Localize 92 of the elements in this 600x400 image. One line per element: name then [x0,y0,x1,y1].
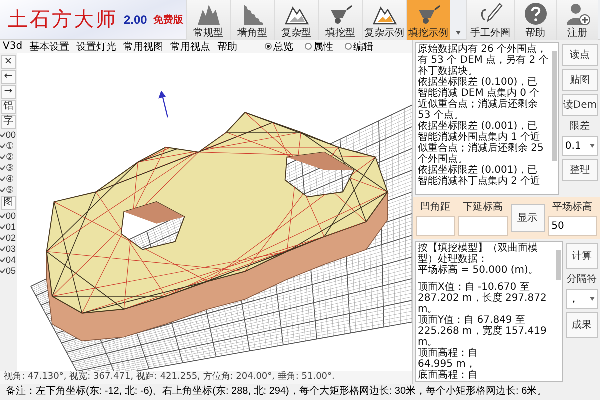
toolbar-button[interactable]: 墙角型 [230,0,274,40]
view-mode-radio[interactable]: 属性 [304,40,334,54]
toolbar-button[interactable]: 手工外圈 [466,0,514,40]
side-button[interactable]: × [1,55,16,69]
scrollbar-thumb[interactable] [556,250,561,280]
panel-button[interactable]: 贴图 [562,69,598,91]
log-line: 有 53 个 DEM 点，另有 2 个 [418,55,550,66]
view-mode-radio[interactable]: 总览 [264,40,294,54]
side-button[interactable]: → [1,85,16,99]
field-label: 下延标高 [462,200,504,214]
caret-icon [590,144,595,148]
logo-edition: 免费版 [153,14,184,26]
view-status-text: 视角: 47.130°, 视宽: 367.471, 视距: 421.255, 方位角: 204.00°, 垂角: 51.00°. [0,371,412,384]
log-line: 原始数据内有 26 个外围点， [418,44,548,55]
log-line: 顶面X值：自 -10.670 至 [418,282,531,293]
help-icon [522,2,548,26]
field-label: 平场标高 [551,200,594,214]
layer-checkbox[interactable]: 02 [0,233,17,243]
layer-checkbox[interactable]: 04 [0,255,17,265]
side-button[interactable]: 铝 [1,100,16,114]
panel-button[interactable]: 计算 [566,243,598,269]
log-line: 287.202 m，长度 297.872 [418,293,548,304]
toolbar-button[interactable]: 填挖示例 [406,0,450,40]
log-line: 近似重合点；消减后还剩余 [418,99,539,110]
field-label: 凹角距 [420,201,452,214]
caret-icon [590,297,595,301]
layer-checkbox[interactable]: ⑤ [0,185,17,195]
log-line: 智能消减外围点集内 1 个近 [418,132,542,143]
layer-checkbox[interactable]: 03 [0,244,17,254]
log-line: 顶面Y值：自 67.849 至 [418,315,526,326]
log-line: 似重合点；消减后还剩余 25 [418,143,545,154]
log-line: 智能消减补丁点集内 2 个近 [418,176,542,187]
menu-item[interactable]: V3d [3,41,23,52]
panel-button[interactable]: 读Dem [562,94,598,116]
add-user-icon [564,2,590,26]
logo-version: 2.00 [124,12,148,26]
input-field[interactable]: 50 [548,216,597,236]
log-line: 型）处理数据： [418,254,489,265]
side-button[interactable]: 图 [1,196,16,210]
show-button[interactable]: 显示 [510,204,545,232]
corner-select[interactable] [416,216,456,236]
view-mode-radio[interactable]: 编辑 [344,40,374,54]
log-line: 依据坐标限差 (0.001)，已 [418,165,538,176]
log-line: 依据坐标限差 (0.001)，已 [418,121,538,132]
panel-button[interactable]: 成果 [566,312,598,338]
log-line: 225.268 m，宽度 157.419 [418,326,548,337]
side-button[interactable]: 字 [1,115,16,129]
log-line: 平场标高 = 50.000 (m)。 [418,265,540,276]
log-text-area[interactable]: 原始数据内有 26 个外围点， 有 53 个 DEM 点，另有 2 个 补丁数据块。 依据坐标限差 (0.100)，已 智能消减 DEM 点集内 0 个 近似重合点；消减后还剩余 53 个点。 依据坐标限差 (0.001)，已 智能消减外围点集内 1 个近 似重合点；消减后还剩余 25 个外围点。 依据坐标限差 (0.001)，已 智能消减补丁点集内 2 个近 [415,42,560,195]
side-button[interactable]: ← [1,70,16,84]
menu-item[interactable]: 帮助 [218,40,238,54]
layer-checkbox[interactable]: 05 [0,266,17,276]
layer-checkbox[interactable]: 00 [0,211,17,221]
log-line: 依据坐标限差 (0.100)，已 [418,77,539,88]
log-line: 按【填挖模型】（双曲面模 [418,243,539,254]
log-text-area[interactable]: 按【填挖模型】（双曲面模 型）处理数据： 平场标高 = 50.000 (m)。 顶面X值：自 -10.670 至 287.202 m，长度 297.872 m。 顶面Y值：自 67.849 至 225.268 m，宽度 157.419 m。 顶面高程：自 64.995 m， 底面高程：自 [415,241,563,382]
layer-checkbox[interactable]: ① [0,141,17,151]
log-line: m。 [418,337,438,348]
layer-checkbox[interactable]: ④ [0,174,17,184]
scrollbar-thumb[interactable] [552,51,558,161]
toolbar-button[interactable]: 复杂型 [274,0,318,40]
axis-arrow-icon [158,90,168,118]
panel-button[interactable]: 读点 [562,44,598,66]
toolbar-button[interactable]: 复杂示例 [362,0,406,40]
log-line: 补丁数据块。 [418,66,479,77]
toolbar-button[interactable]: 填挖型 [318,0,362,40]
log-line: 个外围点。 [418,154,469,165]
menu-item[interactable]: 常用视图 [124,40,164,54]
toolbar-button[interactable]: 常规型 [186,0,230,40]
log-line: 底面高程：自 [418,370,479,381]
logo-title: 土石方大师 [8,6,118,33]
separator-select[interactable]: ， [566,289,598,309]
log-line: 53 个点。 [418,110,465,121]
log-line: 64.995 m， [418,359,477,370]
panel-button[interactable]: 整理 [562,159,598,181]
log-line: 智能消减 DEM 点集内 0 个 [418,88,541,99]
separator-label: 分隔符 [566,273,598,286]
caret-icon[interactable] [456,31,460,35]
tolerance-label: 限差 [569,120,592,133]
layer-checkbox[interactable]: 00 [0,130,17,140]
layer-checkbox[interactable]: ③ [0,163,17,173]
log-line: 顶面高程：自 [418,348,479,359]
toolbar-button[interactable]: 帮助 [514,0,556,40]
menu-item[interactable]: 设置灯光 [76,40,117,54]
menu-item[interactable]: 常用视点 [170,40,211,54]
layer-checkbox[interactable]: 01 [0,222,17,232]
toolbar-button[interactable]: 注册 [556,0,598,40]
menu-item[interactable]: 基本设置 [30,40,70,54]
input-field[interactable] [458,216,508,236]
tolerance-select[interactable]: 0.1 [562,136,598,156]
layer-checkbox[interactable]: ② [0,152,17,162]
log-line: m。 [418,304,439,315]
